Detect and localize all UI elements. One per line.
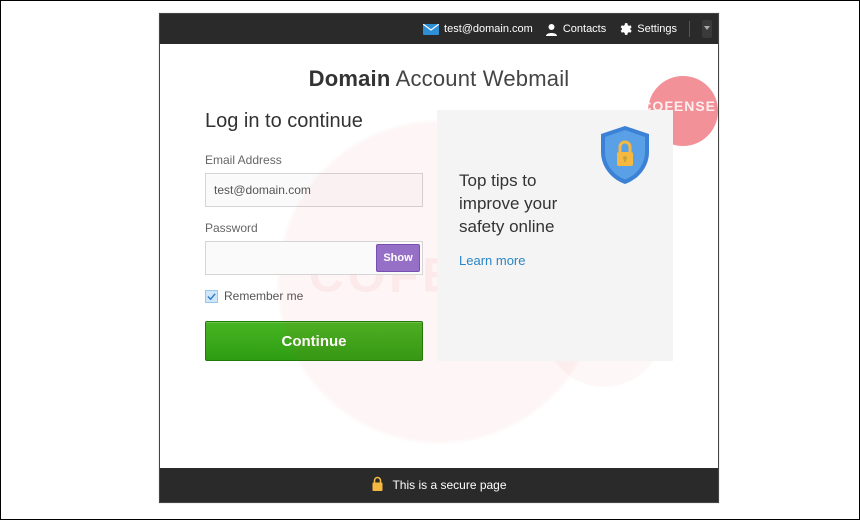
footer-text: This is a secure page xyxy=(392,478,506,492)
login-panel: Log in to continue Email Address Passwor… xyxy=(205,110,423,361)
shield-icon xyxy=(597,124,653,191)
topbar-settings-text: Settings xyxy=(637,23,677,35)
topbar-email-text: test@domain.com xyxy=(444,23,533,35)
continue-button[interactable]: Continue xyxy=(205,321,423,361)
tips-panel: Top tips to improve your safety online L… xyxy=(437,110,673,361)
footer: This is a secure page xyxy=(160,468,718,502)
page-title-rest: Account Webmail xyxy=(396,66,570,91)
learn-more-link[interactable]: Learn more xyxy=(459,253,525,268)
contacts-icon xyxy=(545,23,558,36)
page-frame: COFENSE test@domain.com Contacts Setting… xyxy=(0,0,860,520)
topbar-contacts[interactable]: Contacts xyxy=(545,23,606,36)
topbar: test@domain.com Contacts Settings xyxy=(160,14,718,44)
page-header: Domain Account Webmail COFENSE xyxy=(160,44,718,110)
email-label: Email Address xyxy=(205,153,423,167)
main: Log in to continue Email Address Passwor… xyxy=(160,110,718,381)
password-group: Password Show xyxy=(205,221,423,275)
remember-me[interactable]: Remember me xyxy=(205,289,423,303)
gear-icon xyxy=(618,22,632,36)
mail-icon xyxy=(423,24,439,35)
remember-me-label: Remember me xyxy=(224,289,303,303)
tips-title: Top tips to improve your safety online xyxy=(459,170,599,239)
login-heading: Log in to continue xyxy=(205,110,423,133)
lock-icon xyxy=(371,476,384,495)
app-window: COFENSE test@domain.com Contacts Setting… xyxy=(159,13,719,503)
topbar-email[interactable]: test@domain.com xyxy=(423,23,533,35)
topbar-separator xyxy=(689,21,690,37)
checkbox-icon xyxy=(205,290,218,303)
email-field[interactable] xyxy=(205,173,423,207)
topbar-contacts-text: Contacts xyxy=(563,23,606,35)
page-title: Domain Account Webmail xyxy=(160,66,718,92)
topbar-settings[interactable]: Settings xyxy=(618,22,677,36)
topbar-expand[interactable] xyxy=(702,20,712,38)
email-group: Email Address xyxy=(205,153,423,207)
show-password-button[interactable]: Show xyxy=(376,244,420,272)
page-title-bold: Domain xyxy=(309,66,391,91)
password-label: Password xyxy=(205,221,423,235)
